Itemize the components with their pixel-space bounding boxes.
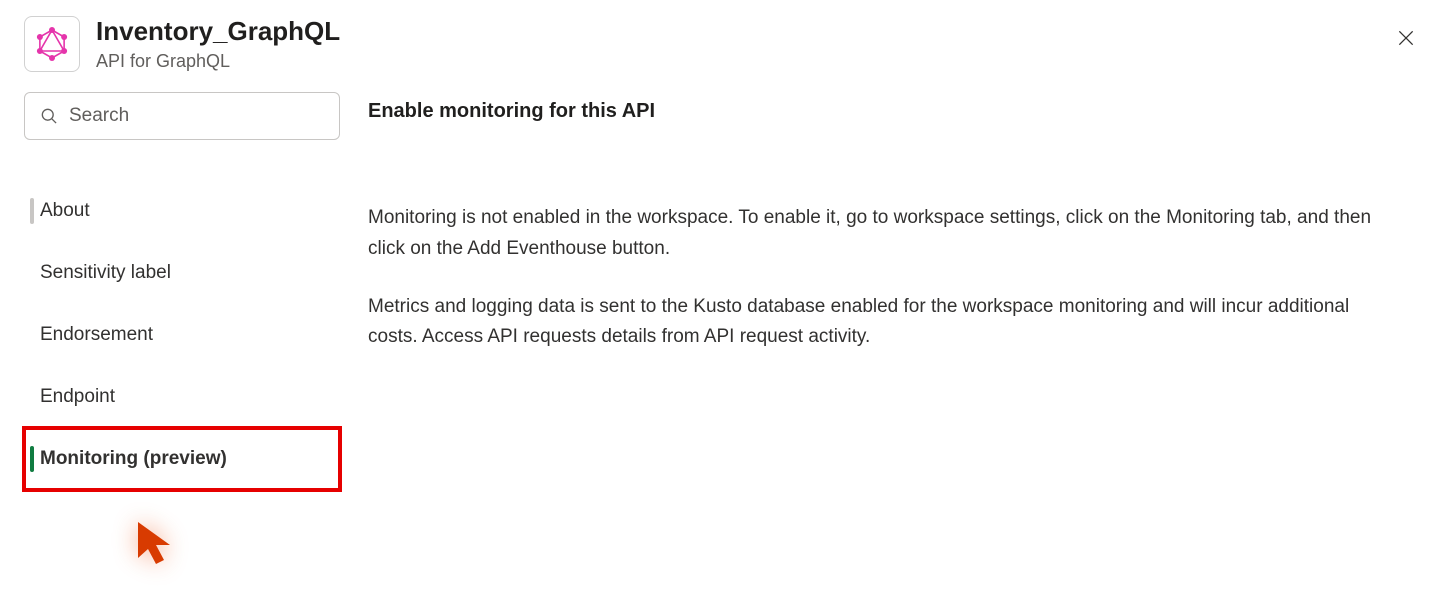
sidebar-item-sensitivity[interactable]: Sensitivity label xyxy=(24,242,340,304)
nav-indicator xyxy=(30,384,34,410)
cursor-annotation-icon xyxy=(130,518,178,575)
sidebar-item-about[interactable]: About xyxy=(24,180,340,242)
search-input[interactable] xyxy=(69,105,325,127)
content-heading: Enable monitoring for this API xyxy=(368,100,1400,123)
content-body: Monitoring is not enabled in the workspa… xyxy=(368,203,1400,353)
sidebar-item-endpoint[interactable]: Endpoint xyxy=(24,366,340,428)
nav-list: About Sensitivity label Endorsement Endp… xyxy=(24,180,340,490)
search-icon xyxy=(39,106,59,126)
title-block: Inventory_GraphQL API for GraphQL xyxy=(96,16,340,72)
sidebar-item-label: Endorsement xyxy=(40,324,153,346)
header: Inventory_GraphQL API for GraphQL xyxy=(0,0,1450,92)
sidebar: About Sensitivity label Endorsement Endp… xyxy=(24,92,340,490)
sidebar-item-endorsement[interactable]: Endorsement xyxy=(24,304,340,366)
nav-indicator xyxy=(30,260,34,286)
search-box[interactable] xyxy=(24,92,340,140)
close-button[interactable] xyxy=(1390,22,1422,54)
content-panel: Enable monitoring for this API Monitorin… xyxy=(340,92,1400,490)
content-paragraph: Metrics and logging data is sent to the … xyxy=(368,292,1400,353)
graphql-icon xyxy=(24,16,80,72)
nav-indicator xyxy=(30,322,34,348)
sidebar-item-label: Endpoint xyxy=(40,386,115,408)
close-icon xyxy=(1396,28,1416,48)
content-paragraph: Monitoring is not enabled in the workspa… xyxy=(368,203,1400,264)
sidebar-item-label: Sensitivity label xyxy=(40,262,171,284)
page-subtitle: API for GraphQL xyxy=(96,51,340,72)
sidebar-item-monitoring[interactable]: Monitoring (preview) xyxy=(24,428,340,490)
nav-indicator xyxy=(30,446,34,472)
nav-indicator xyxy=(30,198,34,224)
sidebar-item-label: Monitoring (preview) xyxy=(40,448,227,470)
page-title: Inventory_GraphQL xyxy=(96,16,340,47)
sidebar-item-label: About xyxy=(40,200,90,222)
